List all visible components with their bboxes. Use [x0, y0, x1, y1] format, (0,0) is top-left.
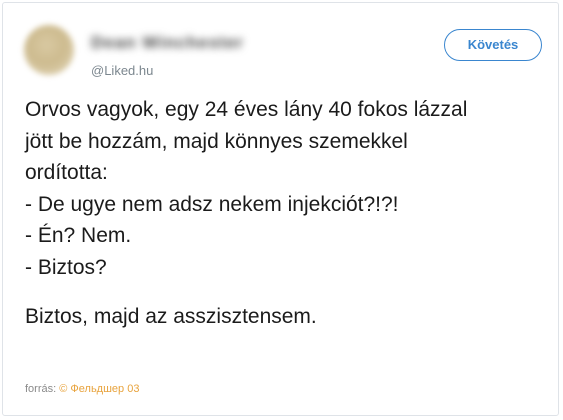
user-handle[interactable]: @Liked.hu: [91, 63, 153, 79]
tweet-line: - Biztos?: [25, 255, 107, 279]
tweet-text: Orvos vagyok, egy 24 éves lány 40 fokos …: [25, 94, 545, 333]
tweet-card: Dean Winchester @Liked.hu Követés Orvos …: [2, 2, 559, 416]
display-name[interactable]: Dean Winchester: [91, 32, 244, 54]
source-credit: forrás: © Фельдшер 03: [25, 382, 139, 396]
tweet-line: Orvos vagyok, egy 24 éves lány 40 fokos …: [25, 98, 468, 121]
tweet-line: - Én? Nem.: [25, 224, 132, 247]
avatar[interactable]: [24, 25, 74, 75]
source-link[interactable]: © Фельдшер 03: [59, 383, 139, 395]
tweet-line: - De ugye nem adsz nekem injekciót?!?!: [25, 192, 399, 216]
tweet-line: jött be hozzám, majd könnyes szemekkel: [25, 129, 408, 153]
tweet-line: ordította:: [25, 161, 108, 184]
follow-button[interactable]: Követés: [444, 29, 542, 61]
source-label: forrás:: [25, 383, 57, 395]
tweet-closing: Biztos, majd az asszisztensem.: [25, 305, 317, 328]
